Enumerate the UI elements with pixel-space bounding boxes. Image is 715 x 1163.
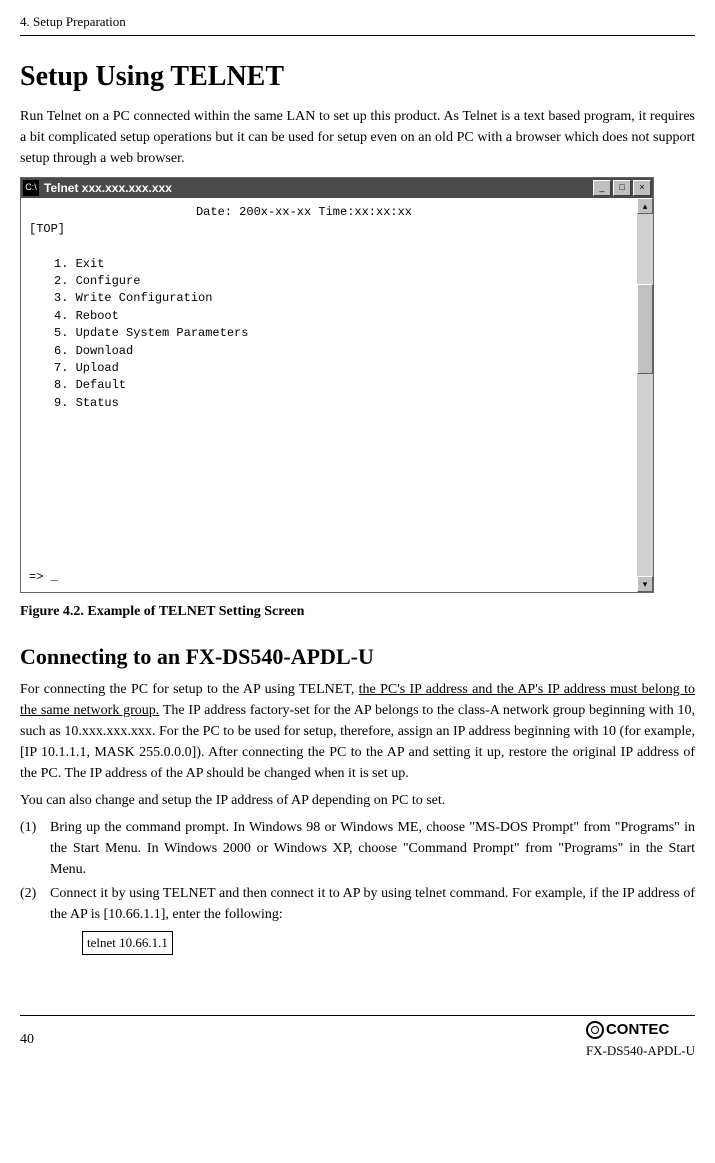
menu-item: 4. Reboot xyxy=(54,308,629,325)
model-name: FX-DS540-APDL-U xyxy=(586,1041,695,1061)
scrollbar-vertical: ▴ ▾ xyxy=(637,198,653,593)
terminal-menu: 1. Exit 2. Configure 3. Write Configurat… xyxy=(29,256,629,413)
figure-caption: Figure 4.2. Example of TELNET Setting Sc… xyxy=(20,601,695,622)
console-icon: C:\ xyxy=(23,180,39,196)
minimize-icon: _ xyxy=(593,180,611,196)
window-buttons: _ □ × xyxy=(593,180,651,196)
page-title: Setup Using TELNET xyxy=(20,56,695,98)
footer-right: CONTEC FX-DS540-APDL-U xyxy=(586,1019,695,1061)
menu-item: 1. Exit xyxy=(54,256,629,273)
terminal-area: Date: 200x-xx-xx Time:xx:xx:xx [TOP] 1. … xyxy=(21,198,653,593)
step-text: Bring up the command prompt. In Windows … xyxy=(50,817,695,880)
terminal-date: Date: 200x-xx-xx Time:xx:xx:xx xyxy=(29,204,629,221)
para2-pre: For connecting the PC for setup to the A… xyxy=(20,682,359,697)
window-title: Telnet xxx.xxx.xxx.xxx xyxy=(44,179,593,197)
menu-item: 9. Status xyxy=(54,395,629,412)
header-section: 4. Setup Preparation xyxy=(20,12,695,36)
scroll-track xyxy=(637,374,653,577)
step-number: (2) xyxy=(20,883,50,925)
footer: 40 CONTEC FX-DS540-APDL-U xyxy=(20,1015,695,1061)
menu-item: 3. Write Configuration xyxy=(54,290,629,307)
step-item: (1) Bring up the command prompt. In Wind… xyxy=(20,817,695,880)
terminal-prompt: => _ xyxy=(29,569,629,586)
scroll-up-icon: ▴ xyxy=(637,198,653,214)
change-paragraph: You can also change and setup the IP add… xyxy=(20,790,695,811)
intro-paragraph: Run Telnet on a PC connected within the … xyxy=(20,106,695,169)
menu-item: 7. Upload xyxy=(54,360,629,377)
menu-item: 6. Download xyxy=(54,343,629,360)
terminal-content: Date: 200x-xx-xx Time:xx:xx:xx [TOP] 1. … xyxy=(21,198,637,593)
scroll-down-icon: ▾ xyxy=(637,576,653,592)
menu-item: 2. Configure xyxy=(54,273,629,290)
connecting-paragraph: For connecting the PC for setup to the A… xyxy=(20,679,695,784)
titlebar: C:\ Telnet xxx.xxx.xxx.xxx _ □ × xyxy=(21,178,653,198)
menu-item: 5. Update System Parameters xyxy=(54,325,629,342)
step-text: Connect it by using TELNET and then conn… xyxy=(50,883,695,925)
brand-logo: CONTEC xyxy=(586,1019,695,1042)
scroll-thumb xyxy=(637,284,653,374)
logo-icon xyxy=(586,1021,604,1039)
telnet-screenshot: C:\ Telnet xxx.xxx.xxx.xxx _ □ × Date: 2… xyxy=(20,177,654,594)
brand-name: CONTEC xyxy=(606,1019,669,1042)
menu-item: 8. Default xyxy=(54,377,629,394)
page-number: 40 xyxy=(20,1029,34,1050)
command-box: telnet 10.66.1.1 xyxy=(82,931,173,955)
step-number: (1) xyxy=(20,817,50,880)
close-icon: × xyxy=(633,180,651,196)
step-item: (2) Connect it by using TELNET and then … xyxy=(20,883,695,925)
maximize-icon: □ xyxy=(613,180,631,196)
terminal-top-label: [TOP] xyxy=(29,221,629,238)
subheading: Connecting to an FX-DS540-APDL-U xyxy=(20,640,695,673)
